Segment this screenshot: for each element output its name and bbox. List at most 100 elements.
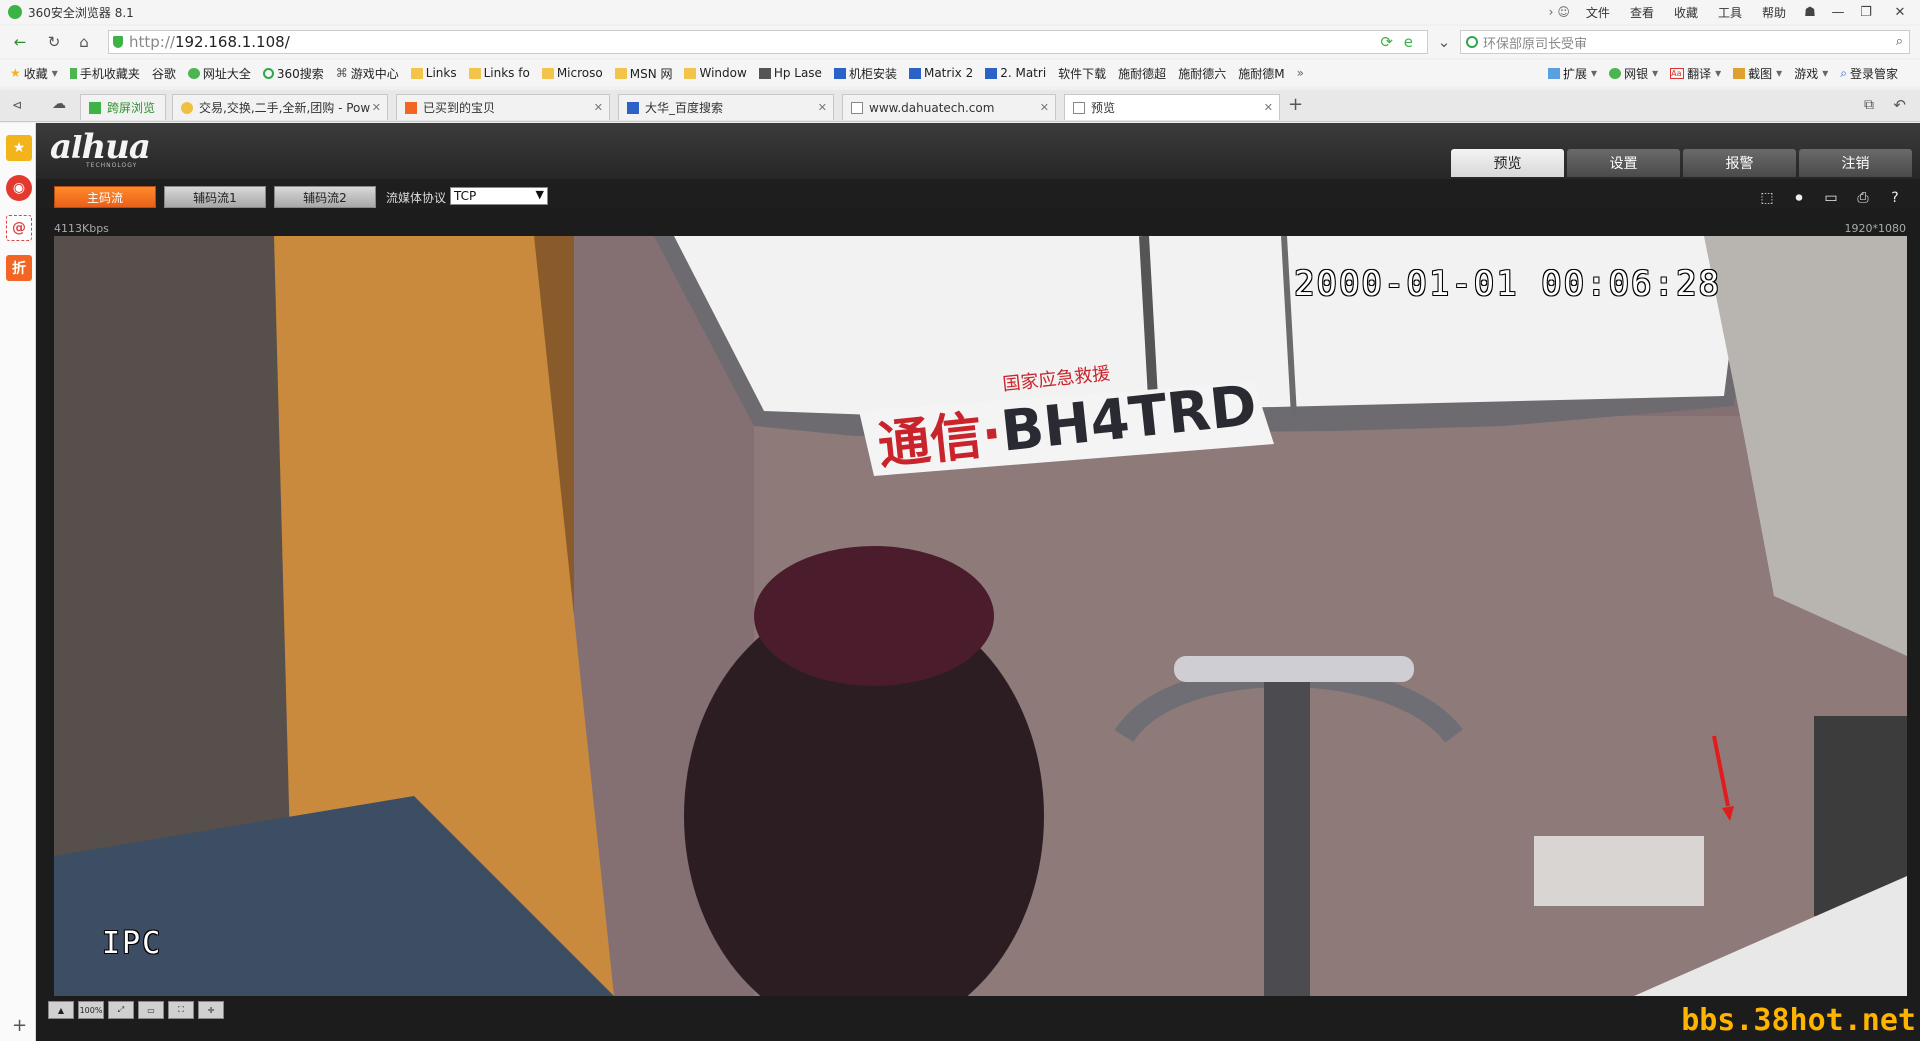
bookmark-item[interactable]: 施耐德超 — [1118, 65, 1166, 82]
skin-icon[interactable]: ☗ — [1796, 0, 1824, 24]
search-icon[interactable]: ⌕ — [1896, 34, 1903, 49]
paw-icon — [833, 67, 846, 79]
protocol-value: TCP — [454, 189, 477, 203]
original-size-button[interactable]: 100% — [78, 1001, 104, 1019]
login-manager-button[interactable]: ⌕ 登录管家 — [1840, 65, 1898, 82]
tab-logout[interactable]: 注销 — [1799, 149, 1912, 177]
tab-preview-nav[interactable]: 预览 — [1451, 149, 1564, 177]
sidebar-toggle-icon[interactable]: ⊲ — [12, 98, 22, 112]
close-button[interactable]: ✕ — [1880, 0, 1920, 24]
bookmark-favorites[interactable]: ★ 收藏 ▾ — [10, 65, 58, 82]
main-stream-button[interactable]: 主码流 — [54, 186, 156, 208]
bookmark-item[interactable]: Window — [684, 66, 747, 80]
bookmark-item[interactable]: Hp Lase — [758, 66, 822, 80]
dropdown-icon[interactable]: ⌄ — [1432, 30, 1456, 54]
close-tab-icon[interactable]: ✕ — [372, 101, 381, 114]
ie-mode-icon[interactable]: e — [1404, 33, 1413, 51]
refresh-button[interactable]: ↻ — [42, 30, 66, 54]
tab-settings[interactable]: 设置 — [1567, 149, 1680, 177]
favorites-star-icon[interactable]: ★ — [6, 135, 32, 161]
protocol-select[interactable]: TCP ▼ — [450, 187, 548, 205]
chevron-down-icon: ▼ — [535, 188, 544, 201]
home-button[interactable]: ⌂ — [72, 30, 96, 54]
tab-dahuatech[interactable]: www.dahuatech.com ✕ — [842, 94, 1056, 120]
weibo-icon[interactable]: ◉ — [6, 175, 32, 201]
bookmark-item[interactable]: 谷歌 — [152, 65, 176, 82]
mail-icon[interactable]: @ — [6, 215, 32, 241]
menu-file[interactable]: 文件 — [1586, 4, 1610, 21]
aspect-ratio-icon[interactable]: ▭ — [138, 1001, 164, 1019]
zoom-region-icon[interactable]: ⬚ — [1754, 188, 1780, 208]
osd-channel-name: IPC — [102, 926, 163, 961]
address-bar: ← ↻ ⌂ http:// 192.168.1.108/ ⟳ e ⌄ 环保部原司… — [0, 26, 1920, 58]
tab-cross-screen[interactable]: 跨屏浏览 — [80, 94, 166, 120]
bookmark-item[interactable]: Links fo — [468, 66, 530, 80]
tab-purchased[interactable]: 已买到的宝贝 ✕ — [396, 94, 610, 120]
translate-button[interactable]: Aa 翻译 ▾ — [1670, 65, 1721, 82]
bookmark-item[interactable]: 施耐德M — [1238, 65, 1284, 82]
bookmark-item[interactable]: 2. Matri — [985, 66, 1046, 80]
scissors-icon — [1733, 67, 1746, 79]
image-adjust-icon[interactable]: ▲ — [48, 1001, 74, 1019]
tab-alarm[interactable]: 报警 — [1683, 149, 1796, 177]
dahua-logo-subtitle: TECHNOLOGY — [86, 162, 138, 169]
menu-view[interactable]: 查看 — [1630, 4, 1654, 21]
close-tab-icon[interactable]: ✕ — [594, 101, 603, 114]
help-icon[interactable]: ? — [1882, 188, 1908, 208]
screenshot-button[interactable]: 截图 ▾ — [1733, 65, 1782, 82]
ptz-control-icon[interactable]: ✛ — [198, 1001, 224, 1019]
bookmark-item[interactable]: 手机收藏夹 — [69, 65, 140, 82]
fullscreen-icon[interactable]: ⛶ — [168, 1001, 194, 1019]
search-input[interactable]: 环保部原司长受审 ⌕ — [1460, 30, 1910, 54]
tab-baidu-search[interactable]: 大华_百度搜索 ✕ — [618, 94, 834, 120]
games-button[interactable]: 游戏 ▾ — [1794, 65, 1828, 82]
dahua-logo: alhua — [50, 127, 151, 167]
bookmark-item[interactable]: 软件下载 — [1058, 65, 1106, 82]
url-scheme: http:// — [129, 33, 175, 51]
speedup-icon[interactable]: ⟳ — [1380, 33, 1393, 51]
netbank-button[interactable]: 网银 ▾ — [1609, 65, 1658, 82]
sub-stream-1-button[interactable]: 辅码流1 — [164, 186, 266, 208]
menu-help[interactable]: 帮助 — [1762, 4, 1786, 21]
globe-icon — [187, 67, 200, 79]
discount-icon[interactable]: 折 — [6, 255, 32, 281]
minimize-button[interactable]: — — [1824, 0, 1852, 24]
bookmark-item[interactable]: Links — [410, 66, 457, 80]
snapshot-icon[interactable]: ▭ — [1818, 188, 1844, 208]
watermark-text: bbs.38hot.net — [1681, 1003, 1916, 1038]
bookmark-item[interactable]: 施耐德六 — [1178, 65, 1226, 82]
record-icon[interactable]: ⏺ — [1786, 188, 1812, 208]
close-tab-icon[interactable]: ✕ — [1040, 101, 1049, 114]
new-tab-button[interactable]: + — [1288, 94, 1303, 115]
menu-tools[interactable]: 工具 — [1718, 4, 1742, 21]
tab-preview[interactable]: 预览 ✕ — [1064, 94, 1280, 120]
bookmark-item[interactable]: ⌘ 游戏中心 — [336, 65, 399, 82]
bookmark-item[interactable]: Matrix 2 — [908, 66, 973, 80]
camera-icon[interactable]: ⎙ — [1850, 188, 1876, 208]
bookmark-item[interactable]: MSN 网 — [614, 65, 672, 82]
chevron-right-icon[interactable]: › — [1549, 5, 1554, 19]
cloud-icon[interactable]: ☁ — [52, 96, 66, 112]
bookmark-item[interactable]: 360搜索 — [262, 65, 324, 82]
restore-tabs-icon[interactable]: ⧉ — [1864, 97, 1874, 113]
bookmark-item[interactable]: Microso — [541, 66, 603, 80]
video-preview[interactable]: 国家应急救援 通信·BH4TRD 2000-01-01 00:06:28 IPC — [54, 236, 1907, 996]
user-icon[interactable]: ☺ — [1557, 5, 1570, 19]
url-input[interactable]: http:// 192.168.1.108/ ⟳ e — [108, 30, 1428, 54]
more-bookmarks-icon[interactable]: » — [1297, 66, 1304, 80]
back-button[interactable]: ← — [8, 30, 32, 54]
sub-stream-2-button[interactable]: 辅码流2 — [274, 186, 376, 208]
close-tab-icon[interactable]: ✕ — [1264, 101, 1273, 114]
dahua-header: alhua TECHNOLOGY 预览 设置 报警 注销 — [36, 123, 1920, 179]
close-tab-icon[interactable]: ✕ — [818, 101, 827, 114]
tab-trade[interactable]: 交易,交换,二手,全新,团购 - Pow ✕ — [172, 94, 388, 120]
bookmark-item[interactable]: 机柜安装 — [833, 65, 897, 82]
restore-button[interactable]: ❐ — [1852, 0, 1880, 24]
undo-close-icon[interactable]: ↶ — [1893, 96, 1906, 114]
menu-favorites[interactable]: 收藏 — [1674, 4, 1698, 21]
bookmark-item[interactable]: 网址大全 — [187, 65, 251, 82]
star-icon: ★ — [10, 66, 21, 80]
fit-window-icon[interactable]: ⤢ — [108, 1001, 134, 1019]
add-sidebar-item-button[interactable]: + — [12, 1015, 27, 1036]
extensions-button[interactable]: 扩展 ▾ — [1548, 65, 1597, 82]
